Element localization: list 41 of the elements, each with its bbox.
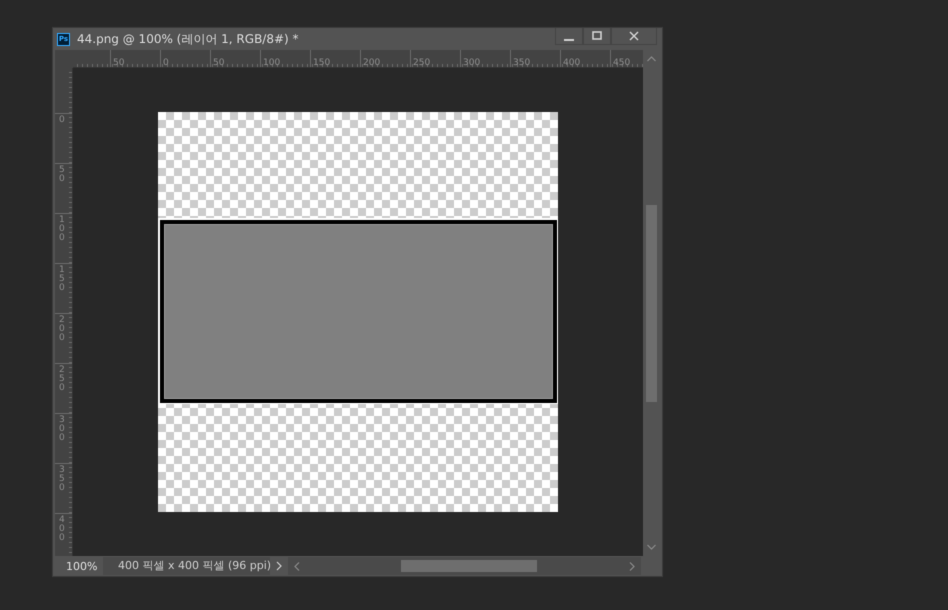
ruler-label: 450 bbox=[613, 58, 630, 67]
ruler-label: 250 bbox=[413, 58, 430, 67]
maximize-icon bbox=[592, 31, 602, 41]
ruler-label: 50 bbox=[113, 58, 124, 67]
ruler-label: 300 bbox=[463, 58, 480, 67]
scroll-left-button[interactable] bbox=[292, 560, 302, 572]
ruler-label: 150 bbox=[313, 58, 330, 67]
ruler-label: 250 bbox=[59, 364, 66, 393]
ruler-label: 200 bbox=[59, 314, 66, 343]
ruler-label: 200 bbox=[363, 58, 380, 67]
zoom-level[interactable]: 100% bbox=[55, 560, 103, 572]
horizontal-scrollbar[interactable] bbox=[288, 557, 641, 575]
scroll-thumb[interactable] bbox=[646, 205, 657, 402]
chevron-right-icon bbox=[629, 562, 635, 570]
ruler-label: 350 bbox=[513, 58, 530, 67]
minimize-icon bbox=[564, 38, 574, 40]
maximize-button[interactable] bbox=[583, 28, 611, 45]
ruler-label: 150 bbox=[59, 264, 66, 293]
ruler-label: 400 bbox=[59, 514, 66, 543]
close-button[interactable] bbox=[611, 28, 657, 45]
chevron-down-icon bbox=[647, 544, 656, 550]
ruler-label: 100 bbox=[59, 214, 66, 243]
scroll-right-button[interactable] bbox=[627, 560, 637, 572]
minimize-button[interactable] bbox=[555, 28, 583, 45]
ruler-label: 350 bbox=[59, 464, 66, 493]
ruler-label: 0 bbox=[163, 58, 169, 67]
ruler-label: 100 bbox=[263, 58, 280, 67]
scroll-thumb[interactable] bbox=[401, 560, 537, 572]
window-title: 44.png @ 100% (레이어 1, RGB/8#) * bbox=[77, 30, 299, 48]
chevron-right-icon bbox=[276, 561, 282, 571]
ruler-label: 300 bbox=[59, 414, 66, 443]
scroll-up-button[interactable] bbox=[645, 54, 658, 64]
ruler-label: 50 bbox=[213, 58, 224, 67]
scroll-down-button[interactable] bbox=[645, 542, 658, 552]
chevron-up-icon bbox=[647, 56, 656, 62]
ruler-label: 50 bbox=[59, 164, 66, 184]
close-icon bbox=[629, 31, 639, 41]
ruler-label: 400 bbox=[563, 58, 580, 67]
ruler-label: 0 bbox=[59, 114, 66, 125]
document-info: 400 픽셀 x 400 픽셀 (96 ppi) bbox=[103, 557, 270, 575]
chevron-left-icon bbox=[294, 562, 300, 570]
